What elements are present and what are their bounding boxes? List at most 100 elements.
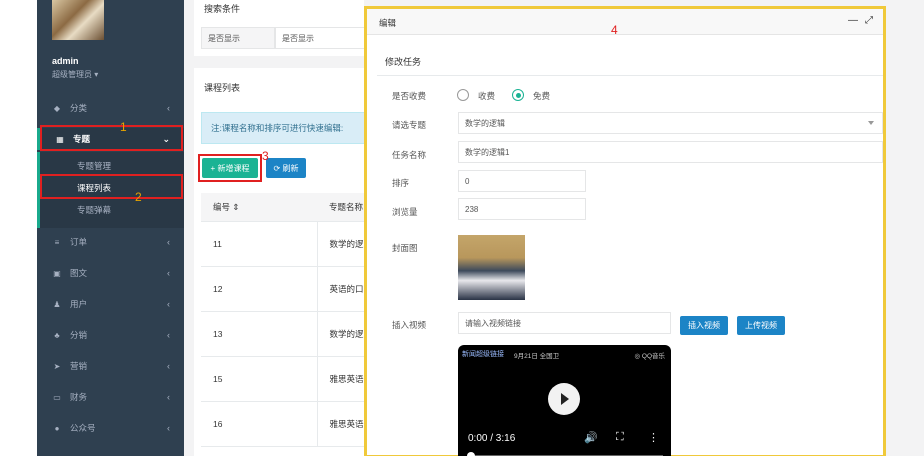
sidebar-item-label: 用户 bbox=[70, 299, 88, 309]
cell-id: 11 bbox=[201, 221, 318, 267]
cell-id: 12 bbox=[201, 266, 318, 312]
chevron-down-icon bbox=[868, 121, 874, 125]
cell-id: 16 bbox=[201, 401, 318, 447]
video-overlay-text: 新闻超级链接 bbox=[462, 351, 504, 358]
video-url-input[interactable]: 请输入视频链接 bbox=[458, 312, 671, 334]
chevron-left-icon: ‹ bbox=[167, 268, 170, 278]
topic-select-value: 数学的逻辑 bbox=[465, 118, 505, 128]
sidebar-item-articles[interactable]: ▣ 图文 ‹ bbox=[37, 262, 184, 284]
search-panel: 搜索条件 是否显示 是否显示 bbox=[194, 0, 375, 56]
image-icon: ▣ bbox=[53, 268, 61, 278]
column-header-topic: 专题名称 bbox=[317, 193, 371, 222]
user-name[interactable]: admin bbox=[52, 56, 79, 66]
edit-modal: 编辑 4 — ⤢ 修改任务 是否收费 收费 免费 请选专题 数学的逻辑 任务名称… bbox=[364, 6, 886, 456]
maximize-icon[interactable]: ⤢ bbox=[865, 15, 873, 26]
cell-topic[interactable]: 数学的逻 bbox=[317, 311, 371, 357]
cell-topic[interactable]: 雅思英语 bbox=[317, 401, 371, 447]
charge-radio-free[interactable] bbox=[512, 89, 524, 101]
chevron-left-icon: ‹ bbox=[167, 103, 170, 113]
volume-icon[interactable]: 🔊 bbox=[584, 431, 598, 444]
upload-video-button[interactable]: 上传视频 bbox=[737, 316, 785, 335]
insert-video-button[interactable]: 插入视频 bbox=[680, 316, 728, 335]
sidebar-item-finance[interactable]: ▭ 财务 ‹ bbox=[37, 386, 184, 408]
section-title: 修改任务 bbox=[385, 57, 422, 67]
table-row[interactable]: 15 雅思英语 bbox=[201, 356, 371, 402]
sidebar-item-category[interactable]: ◆ 分类 ‹ bbox=[37, 97, 184, 119]
sidebar-item-orders[interactable]: ≡ 订单 ‹ bbox=[37, 231, 184, 253]
cell-id: 13 bbox=[201, 311, 318, 357]
sidebar-subitem-topic-barrage[interactable]: 专题弹幕 bbox=[77, 204, 111, 216]
list-icon: ≡ bbox=[54, 237, 60, 247]
column-header-id[interactable]: 编号 ⇕ bbox=[201, 193, 317, 222]
finance-icon: ▭ bbox=[53, 392, 61, 402]
sidebar-item-marketing[interactable]: ➤ 营销 ‹ bbox=[37, 355, 184, 377]
annotation-label-4: 4 bbox=[611, 23, 618, 37]
sidebar-item-label: 订单 bbox=[70, 237, 88, 247]
section-divider bbox=[377, 75, 883, 76]
charge-label: 是否收费 bbox=[392, 91, 427, 101]
cell-topic[interactable]: 数学的逻 bbox=[317, 221, 371, 267]
user-role-dropdown[interactable]: 超级管理员 ▾ bbox=[52, 69, 98, 80]
highlight-box-course-list bbox=[40, 174, 183, 199]
sidebar-item-label: 公众号 bbox=[70, 423, 96, 433]
minimize-icon[interactable]: — bbox=[848, 15, 858, 26]
play-icon[interactable] bbox=[548, 383, 580, 415]
table-row[interactable]: 13 数学的逻 bbox=[201, 311, 371, 357]
video-brand-text: ◎ QQ音乐 bbox=[634, 353, 665, 360]
notice-banner: 注:课程名称和排序可进行快速编辑: bbox=[201, 112, 371, 144]
video-time: 0:00 / 3:16 bbox=[468, 433, 516, 444]
users-icon: ♣ bbox=[54, 330, 60, 340]
video-player[interactable]: 新闻超级链接 9月21日 全国卫 ◎ QQ音乐 0:00 / 3:16 🔊 ⛶ … bbox=[458, 345, 671, 456]
chevron-left-icon: ‹ bbox=[167, 361, 170, 371]
cell-topic[interactable]: 英语的口 bbox=[317, 266, 371, 312]
send-icon: ➤ bbox=[53, 361, 61, 371]
table-row[interactable]: 11 数学的逻 bbox=[201, 221, 371, 267]
cover-label: 封面图 bbox=[392, 243, 418, 253]
course-list-title: 课程列表 bbox=[204, 83, 241, 93]
video-label: 插入视频 bbox=[392, 320, 427, 330]
sidebar-item-users[interactable]: ♟ 用户 ‹ bbox=[37, 293, 184, 315]
tag-icon: ◆ bbox=[53, 103, 61, 113]
chevron-left-icon: ‹ bbox=[167, 237, 170, 247]
search-label: 是否显示 bbox=[201, 27, 275, 49]
cover-image[interactable] bbox=[458, 235, 525, 300]
topic-label: 请选专题 bbox=[392, 120, 427, 130]
sort-label: 排序 bbox=[392, 178, 410, 188]
video-progress-handle[interactable] bbox=[467, 452, 475, 456]
task-name-input[interactable]: 数学的逻辑1 bbox=[458, 141, 883, 163]
sidebar-item-label: 分类 bbox=[70, 103, 88, 113]
charge-option-paid-label[interactable]: 收费 bbox=[478, 90, 495, 102]
annotation-label-1: 1 bbox=[120, 120, 127, 134]
chevron-left-icon: ‹ bbox=[167, 299, 170, 309]
sidebar-item-distribution[interactable]: ♣ 分销 ‹ bbox=[37, 324, 184, 346]
more-options-icon[interactable]: ⋮ bbox=[648, 431, 659, 444]
table-row[interactable]: 16 雅思英语 bbox=[201, 401, 371, 447]
refresh-button[interactable]: ⟳ 刷新 bbox=[266, 158, 306, 178]
topic-select[interactable]: 数学的逻辑 bbox=[458, 112, 883, 134]
views-input[interactable]: 238 bbox=[458, 198, 586, 220]
chevron-left-icon: ‹ bbox=[167, 423, 170, 433]
show-select[interactable]: 是否显示 bbox=[275, 27, 375, 49]
sidebar-subitem-topic-manage[interactable]: 专题管理 bbox=[77, 160, 111, 172]
course-list-panel: 课程列表 注:课程名称和排序可进行快速编辑: + 新增课程 ⟳ 刷新 编号 ⇕ … bbox=[194, 68, 371, 456]
modal-header: 编辑 4 — ⤢ bbox=[367, 9, 883, 37]
sort-input[interactable]: 0 bbox=[458, 170, 586, 192]
search-panel-title: 搜索条件 bbox=[204, 4, 241, 14]
sidebar-item-official-account[interactable]: ● 公众号 ‹ bbox=[37, 417, 184, 439]
sidebar-item-label: 分销 bbox=[70, 330, 88, 340]
wechat-icon: ● bbox=[54, 423, 60, 433]
sidebar-item-label: 营销 bbox=[70, 361, 88, 371]
table-header-row: 编号 ⇕ 专题名称 bbox=[201, 193, 371, 222]
course-table: 编号 ⇕ 专题名称 11 数学的逻 12 英语的口 13 数学的逻 15 雅思英… bbox=[201, 193, 371, 447]
cell-id: 15 bbox=[201, 356, 318, 402]
video-date-text: 9月21日 全国卫 bbox=[514, 353, 560, 360]
cell-topic[interactable]: 雅思英语 bbox=[317, 356, 371, 402]
sidebar-item-label: 财务 bbox=[70, 392, 88, 402]
sidebar-cover-image bbox=[52, 0, 104, 40]
fullscreen-icon[interactable]: ⛶ bbox=[616, 431, 624, 444]
sidebar-item-label: 图文 bbox=[70, 268, 88, 278]
table-row[interactable]: 12 英语的口 bbox=[201, 266, 371, 312]
charge-radio-paid[interactable] bbox=[457, 89, 469, 101]
charge-option-free-label[interactable]: 免费 bbox=[533, 90, 550, 102]
task-name-label: 任务名称 bbox=[392, 150, 427, 160]
